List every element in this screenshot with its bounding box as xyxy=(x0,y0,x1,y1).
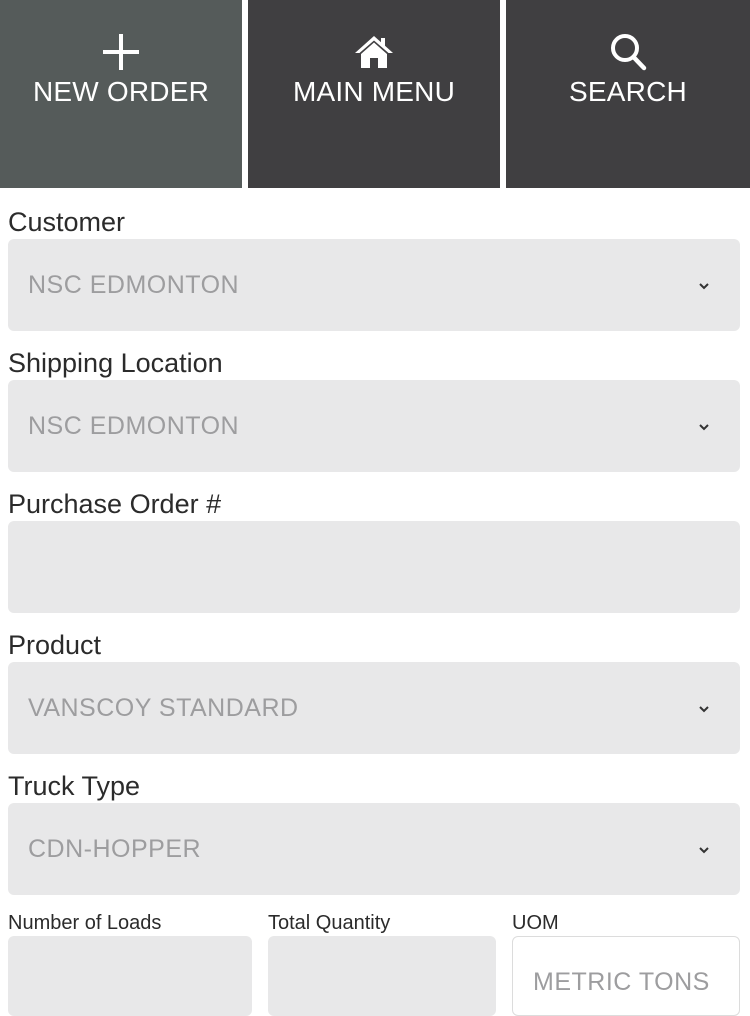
shipping-location-label: Shipping Location xyxy=(8,348,223,378)
search-button[interactable]: SEARCH xyxy=(506,0,750,188)
plus-icon xyxy=(103,34,139,70)
product-select[interactable]: VANSCOY STANDARD xyxy=(8,662,740,754)
home-icon xyxy=(355,36,393,68)
truck-type-label: Truck Type xyxy=(8,771,141,801)
shipping-location-select[interactable]: NSC EDMONTON xyxy=(8,380,740,472)
product-value: VANSCOY STANDARD xyxy=(28,694,299,722)
search-icon xyxy=(611,34,647,71)
chevron-down-icon xyxy=(699,706,709,713)
purchase-order-input[interactable] xyxy=(8,521,740,613)
customer-value: NSC EDMONTON xyxy=(28,271,240,299)
chevron-down-icon xyxy=(699,283,709,290)
number-of-loads-label: Number of Loads xyxy=(8,912,162,934)
chevron-down-icon xyxy=(699,424,709,431)
total-quantity-input[interactable] xyxy=(268,936,496,1016)
uom-label: UOM xyxy=(512,912,559,934)
chevron-down-icon xyxy=(699,847,709,854)
number-of-loads-input[interactable] xyxy=(8,936,252,1016)
shipping-location-value: NSC EDMONTON xyxy=(28,412,240,440)
top-nav: NEW ORDER MAIN MENU SEARCH xyxy=(0,0,750,188)
new-order-label: NEW ORDER xyxy=(32,76,210,107)
customer-label: Customer xyxy=(8,207,126,237)
main-menu-label: MAIN MENU xyxy=(292,76,456,107)
new-order-button[interactable]: NEW ORDER xyxy=(0,0,242,188)
total-quantity-label: Total Quantity xyxy=(268,912,391,934)
customer-select[interactable]: NSC EDMONTON xyxy=(8,239,740,331)
uom-value: METRIC TONS xyxy=(533,968,710,996)
truck-type-value: CDN-HOPPER xyxy=(28,835,202,863)
uom-field[interactable]: METRIC TONS xyxy=(512,936,740,1016)
purchase-order-label: Purchase Order # xyxy=(8,489,222,519)
search-label: SEARCH xyxy=(569,76,687,107)
main-menu-button[interactable]: MAIN MENU xyxy=(248,0,500,188)
product-label: Product xyxy=(8,630,102,660)
truck-type-select[interactable]: CDN-HOPPER xyxy=(8,803,740,895)
